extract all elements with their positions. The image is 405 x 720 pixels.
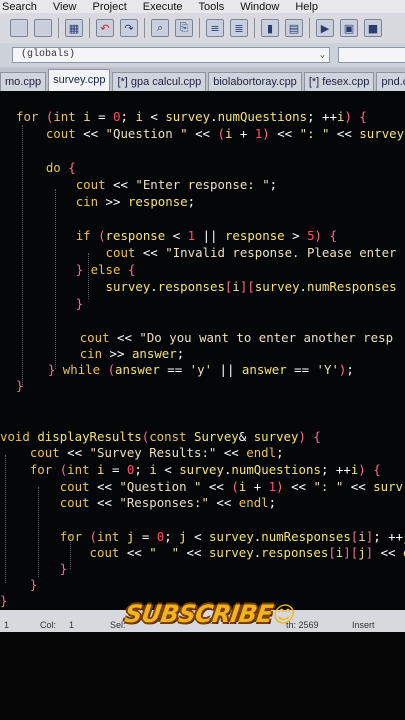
code-line[interactable]: } else { xyxy=(16,262,136,278)
menu-help[interactable]: Help xyxy=(293,1,320,13)
tab-biolabortoray-cpp[interactable]: biolabortoray.cpp xyxy=(208,72,302,91)
scope-value: (globals) xyxy=(21,49,76,60)
menu-tools[interactable]: Tools xyxy=(197,1,227,13)
code-line[interactable]: cout << "Enter response: "; xyxy=(16,177,277,193)
file-tabs: mo.cpp survey.cpp [*] gpa calcul.cpp bio… xyxy=(0,67,405,91)
code-line[interactable]: cout << "Invalid response. Please enter xyxy=(16,245,397,261)
tab-gpa-calcul-cpp[interactable]: [*] gpa calcul.cpp xyxy=(112,72,207,91)
code-line[interactable]: } xyxy=(0,593,7,609)
replace-icon[interactable]: ⎘ xyxy=(175,19,193,37)
menu-execute[interactable]: Execute xyxy=(141,1,185,13)
scope-dropdown[interactable]: (globals) ⌄ xyxy=(12,47,330,63)
unindent-icon[interactable]: ≣ xyxy=(230,19,248,37)
toolbar-separator xyxy=(199,18,200,38)
code-line[interactable]: for (int j = 0; j < survey.numResponses[… xyxy=(0,529,405,545)
code-line[interactable]: cout << "Survey Results:" << endl; xyxy=(0,445,284,461)
toolbar: ▦ ↶ ↷ ⌕ ⎘ ≡ ≣ ▮ ▤ ▶ ▣ ■ xyxy=(0,13,405,43)
code-line[interactable]: cout << "Question " << (i + 1) << ": " <… xyxy=(16,126,405,142)
code-line[interactable]: void displayResults(const Survey& survey… xyxy=(0,429,321,445)
status-line: 1 xyxy=(4,620,10,630)
status-mode: Insert xyxy=(352,620,375,630)
bookmark-icon[interactable]: ▮ xyxy=(261,19,279,37)
tab-pnd-cpp[interactable]: pnd.cpp xyxy=(376,72,405,91)
black-area xyxy=(0,632,405,720)
undo-icon[interactable]: ↶ xyxy=(96,19,114,37)
smiley-icon: 😊 xyxy=(270,603,297,628)
code-line[interactable]: } xyxy=(0,577,37,593)
toolbar-button[interactable] xyxy=(10,19,28,37)
code-line[interactable]: survey.responses[i][survey.numResponses xyxy=(16,279,397,295)
code-line[interactable]: cout << "Responses:" << endl; xyxy=(0,495,276,511)
code-line[interactable]: do { xyxy=(16,160,76,176)
goto-icon[interactable]: ▤ xyxy=(285,19,303,37)
toolbar-separator xyxy=(58,18,59,38)
menu-view[interactable]: View xyxy=(51,1,79,13)
subscribe-overlay: SUBSCRIBE😊 xyxy=(123,600,297,628)
tab-survey-cpp[interactable]: survey.cpp xyxy=(48,69,111,91)
tab-fesex-cpp[interactable]: [*] fesex.cpp xyxy=(303,72,375,91)
toolbar-button[interactable] xyxy=(34,19,52,37)
status-col: 1 xyxy=(69,620,75,630)
tab-mo-cpp[interactable]: mo.cpp xyxy=(0,72,47,91)
toolbar-separator xyxy=(89,18,90,38)
search-icon[interactable]: ⌕ xyxy=(151,19,169,37)
code-line[interactable]: if (response < 1 || response > 5) { xyxy=(16,228,337,244)
redo-icon[interactable]: ↷ xyxy=(120,19,138,37)
menu-project[interactable]: Project xyxy=(91,1,129,13)
code-line[interactable]: cout << " " << survey.responses[i][j] <<… xyxy=(0,545,405,561)
code-editor[interactable]: for (int i = 0; i < survey.numQuestions;… xyxy=(0,91,405,610)
code-line[interactable]: cout << "Do you want to enter another re… xyxy=(20,330,393,346)
run-icon[interactable]: ▶ xyxy=(316,19,334,37)
code-line[interactable]: for (int i = 0; i < survey.numQuestions;… xyxy=(0,462,381,478)
subscribe-text: SUBSCRIBE xyxy=(123,600,275,628)
code-line[interactable]: } xyxy=(16,378,23,394)
code-line[interactable]: cin >> answer; xyxy=(20,346,184,362)
menu-bar: Search View Project Execute Tools Window… xyxy=(0,0,405,13)
scope-bar: (globals) ⌄ xyxy=(0,43,405,67)
status-col-label: Col: xyxy=(40,620,57,630)
stop-icon[interactable]: ■ xyxy=(364,19,382,37)
menu-window[interactable]: Window xyxy=(238,1,281,13)
indent-icon[interactable]: ≡ xyxy=(206,19,224,37)
toolbar-separator xyxy=(144,18,145,38)
compile-icon[interactable]: ▦ xyxy=(65,19,83,37)
code-line[interactable]: } while (answer == 'y' || answer == 'Y')… xyxy=(18,362,354,378)
code-line[interactable]: } xyxy=(0,561,67,577)
debug-icon[interactable]: ▣ xyxy=(340,19,358,37)
code-line[interactable]: cout << "Question " << (i + 1) << ": " <… xyxy=(0,479,403,495)
toolbar-separator xyxy=(254,18,255,38)
symbol-dropdown[interactable] xyxy=(338,47,405,63)
code-line[interactable]: for (int i = 0; i < survey.numQuestions;… xyxy=(16,109,367,125)
code-line[interactable]: } xyxy=(16,296,83,312)
code-line[interactable]: cin >> response; xyxy=(16,194,195,210)
chevron-down-icon[interactable]: ⌄ xyxy=(320,48,325,62)
menu-search[interactable]: Search xyxy=(0,1,39,13)
toolbar-separator xyxy=(309,18,310,38)
